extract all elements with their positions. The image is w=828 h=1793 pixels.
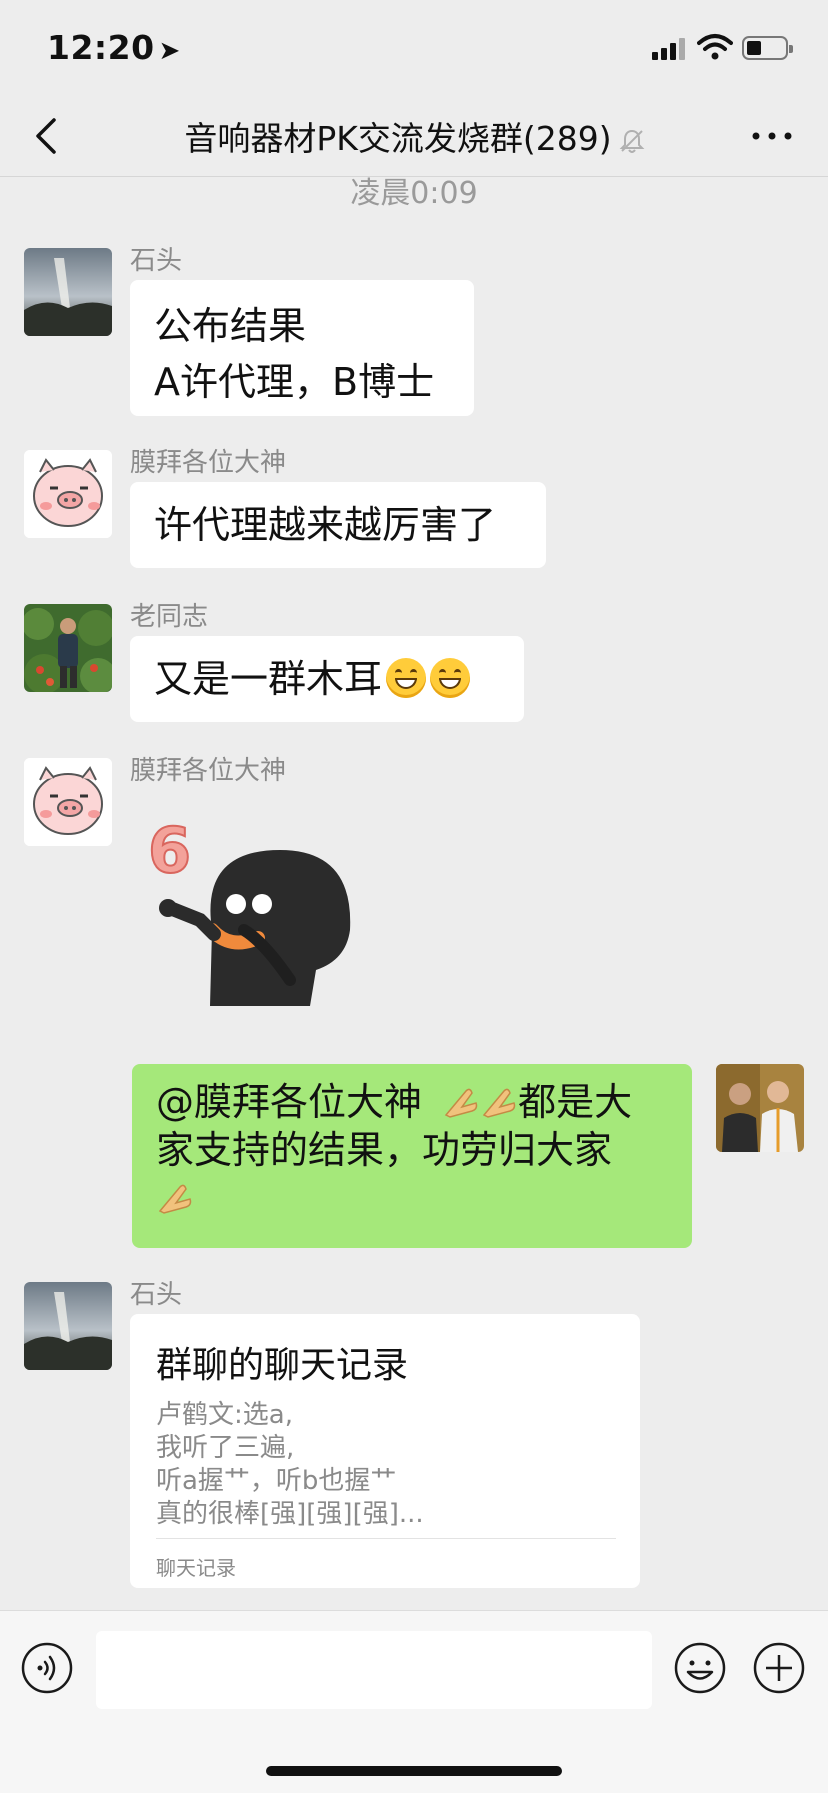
sender-name: 老同志 bbox=[130, 602, 209, 632]
chat-title-text: 音响器材PK交流发烧群(289) bbox=[184, 119, 612, 158]
chat-record-line: 真的很棒[强][强][强]... bbox=[156, 1499, 424, 1529]
pig-avatar-icon bbox=[24, 758, 112, 846]
grinning-face-icon bbox=[430, 658, 471, 698]
sender-name: 石头 bbox=[130, 246, 183, 276]
message-line: 又是一群木耳 bbox=[154, 651, 500, 707]
message-bubble[interactable]: 公布结果 A许代理，B博士 bbox=[130, 280, 474, 416]
chat-record-title: 群聊的聊天记录 bbox=[156, 1345, 409, 1386]
chat-record-line: 听a握艹，听b也握艹 bbox=[156, 1466, 397, 1496]
chat-record-card[interactable]: 群聊的聊天记录 卢鹤文:选a, 我听了三遍, 听a握艹，听b也握艹 真的很棒[强… bbox=[130, 1314, 640, 1588]
two-people-avatar-icon bbox=[716, 1064, 804, 1152]
divider bbox=[156, 1538, 616, 1539]
wifi-icon bbox=[697, 34, 733, 60]
avatar-mobai[interactable] bbox=[24, 450, 112, 538]
grinning-face-icon bbox=[386, 658, 427, 698]
chat-record-line: 卢鹤文:选a, bbox=[156, 1400, 293, 1430]
namaste-hand-icon bbox=[442, 1082, 480, 1118]
avatar-self[interactable] bbox=[716, 1064, 804, 1152]
avatar-shitou[interactable] bbox=[24, 1282, 112, 1370]
mute-bell-icon bbox=[619, 129, 645, 153]
status-time: 12:20 ➤ bbox=[47, 28, 181, 67]
mention-text: @膜拜各位大神 bbox=[156, 1080, 423, 1124]
landscape-avatar-icon bbox=[24, 1282, 112, 1370]
avatar-shitou[interactable] bbox=[24, 248, 112, 336]
orchard-avatar-icon bbox=[24, 604, 112, 692]
self-message-bubble[interactable]: @膜拜各位大神 都是大 家支持的结果，功劳归大家 bbox=[132, 1064, 692, 1248]
back-button[interactable] bbox=[28, 114, 68, 158]
chat-record-footer: 聊天记录 bbox=[156, 1556, 236, 1580]
black-blob-six-sticker-icon: 6 bbox=[147, 813, 351, 1006]
message-text: 公布结果 bbox=[154, 304, 307, 348]
sender-name: 膜拜各位大神 bbox=[130, 448, 287, 478]
landscape-avatar-icon bbox=[24, 248, 112, 336]
sticker-six-text: 6 bbox=[148, 814, 191, 887]
pig-avatar-icon bbox=[24, 450, 112, 538]
message-text: 都是大 bbox=[518, 1080, 633, 1124]
voice-input-button[interactable] bbox=[20, 1641, 74, 1695]
message-text: 家支持的结果，功劳归大家 bbox=[156, 1128, 613, 1172]
home-indicator bbox=[266, 1766, 562, 1776]
message-bubble[interactable]: 又是一群木耳 bbox=[130, 636, 524, 722]
message-text: 许代理越来越厉害了 bbox=[154, 503, 497, 547]
status-time-text: 12:20 bbox=[47, 28, 155, 67]
chat-record-line: 我听了三遍, bbox=[156, 1433, 295, 1463]
message-bubble[interactable]: 许代理越来越厉害了 bbox=[130, 482, 546, 568]
location-arrow-icon: ➤ bbox=[158, 36, 181, 66]
battery-icon bbox=[742, 36, 793, 60]
status-bar: 12:20 ➤ bbox=[0, 0, 828, 96]
namaste-hand-icon bbox=[480, 1082, 518, 1118]
more-functions-button[interactable] bbox=[752, 1641, 806, 1695]
message-text: A许代理，B博士 bbox=[154, 360, 435, 404]
chat-title: 音响器材PK交流发烧群(289) bbox=[150, 112, 680, 160]
cellular-signal-icon bbox=[652, 36, 688, 60]
sender-name: 石头 bbox=[130, 1280, 183, 1310]
avatar-mobai[interactable] bbox=[24, 758, 112, 846]
avatar-laotongzhi[interactable] bbox=[24, 604, 112, 692]
nav-bar: 音响器材PK交流发烧群(289) bbox=[0, 96, 828, 177]
time-separator: 凌晨0:09 bbox=[350, 176, 478, 211]
sender-name: 膜拜各位大神 bbox=[130, 756, 287, 786]
emoji-button[interactable] bbox=[673, 1641, 727, 1695]
sticker-message[interactable]: 6 bbox=[140, 810, 370, 1010]
message-line: @膜拜各位大神 都是大 bbox=[156, 1078, 668, 1126]
namaste-hand-icon bbox=[156, 1178, 194, 1214]
message-input[interactable] bbox=[96, 1631, 652, 1709]
message-line bbox=[156, 1174, 668, 1222]
message-text: 又是一群木耳 bbox=[154, 657, 383, 701]
more-options-button[interactable] bbox=[750, 124, 794, 148]
